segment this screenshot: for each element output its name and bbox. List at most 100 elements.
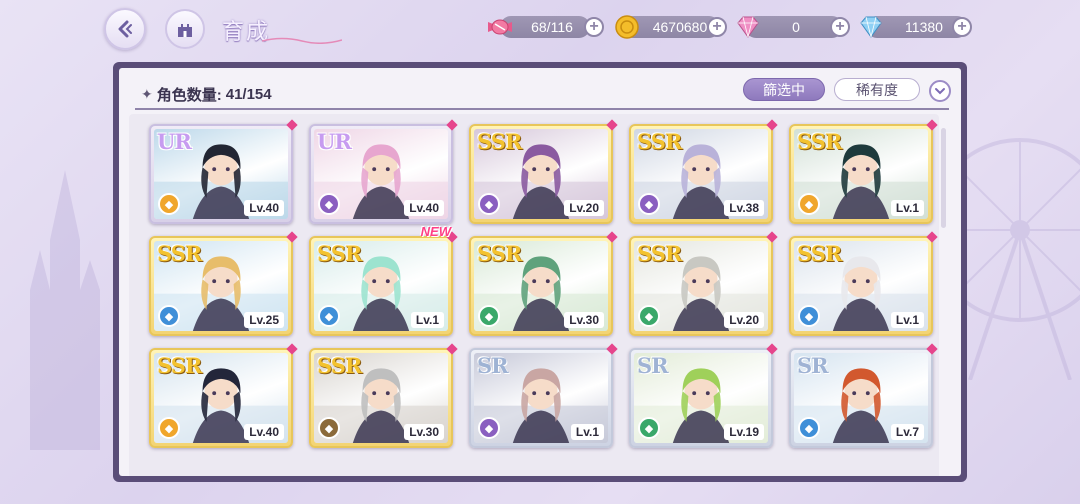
scrollbar[interactable] [941,128,946,228]
character-level: Lv.38 [724,200,764,216]
character-portrait-frame: SSR ◆ Lv.38 [634,129,768,219]
character-card[interactable]: SSR ◆ Lv.20 [629,231,778,336]
corner-gem-icon [606,231,618,243]
character-portrait-frame: SSR ◆ Lv.30 [314,353,448,443]
coin-icon [615,15,639,39]
character-level: Lv.30 [564,312,604,328]
sort-order-button[interactable] [929,80,951,102]
header-divider [135,108,949,110]
back-arrow-icon [118,20,132,38]
character-card[interactable]: SSR ◆ Lv.38 [629,119,778,224]
character-card[interactable]: UR ◆ Lv.40 [309,119,458,224]
candy-value: 68/116 [531,19,573,35]
rarity-sort-button[interactable]: 稀有度 [834,78,920,101]
character-level: Lv.40 [244,424,284,440]
sparkle-icon: ✦ [141,86,153,102]
character-portrait-frame: SSR ◆ Lv.30 [474,241,608,331]
character-portrait-frame: UR ◆ Lv.40 [314,129,448,219]
blue-diamond-add-button[interactable]: + [952,17,972,37]
corner-gem-icon [446,343,458,355]
character-card[interactable]: SSR ◆ Lv.40 [149,343,298,448]
character-card[interactable]: SR ◆ Lv.1 [469,343,618,448]
rarity-tag: SSR [317,353,362,378]
character-portrait-frame: SSR ◆ Lv.25 [154,241,288,331]
pink-diamond-add-button[interactable]: + [830,17,850,37]
rarity-tag: SSR [157,241,202,266]
element-type-icon: ◆ [798,305,820,327]
element-type-icon: ◆ [798,417,820,439]
rarity-tag: SSR [477,241,522,266]
castle-silhouette [30,170,100,450]
rarity-tag: SR [477,353,509,378]
character-portrait-frame: SR ◆ Lv.19 [634,353,768,443]
character-level: Lv.25 [244,312,284,328]
character-level: Lv.1 [410,312,444,328]
character-card[interactable]: SSR ◆ Lv.30 [309,343,458,448]
character-level: Lv.20 [564,200,604,216]
character-card[interactable]: SSR ◆ Lv.1 [789,119,938,224]
character-card[interactable]: SR ◆ Lv.7 [789,343,938,448]
character-card[interactable]: SSR ◆ Lv.1 NEW [309,224,458,336]
corner-gem-icon [286,119,298,131]
character-level: Lv.19 [724,424,764,440]
character-card[interactable]: SSR ◆ Lv.25 [149,231,298,336]
element-type-icon: ◆ [158,305,180,327]
character-card[interactable]: SSR ◆ Lv.1 [789,231,938,336]
rarity-tag: UR [317,129,352,154]
corner-gem-icon [926,119,938,131]
chevron-down-icon [935,88,945,95]
blue-diamond-icon [860,16,882,38]
character-card[interactable]: SSR ◆ Lv.20 [469,119,618,224]
element-type-icon: ◆ [638,417,660,439]
rarity-tag: SR [637,353,669,378]
rarity-tag: SSR [317,241,362,266]
element-type-icon: ◆ [318,193,340,215]
character-count: ✦ 角色数量: 41/154 [141,84,272,105]
corner-gem-icon [606,343,618,355]
element-type-icon: ◆ [158,417,180,439]
corner-gem-icon [286,343,298,355]
character-card[interactable]: SSR ◆ Lv.30 [469,231,618,336]
filter-button[interactable]: 篩选中 [743,78,825,101]
character-portrait-frame: SSR ◆ Lv.1 [794,129,928,219]
character-card[interactable]: SR ◆ Lv.19 [629,343,778,448]
character-portrait-frame: SSR ◆ Lv.20 [474,129,608,219]
title-underline-deco [262,37,342,44]
corner-gem-icon [766,119,778,131]
rarity-tag: SSR [797,241,842,266]
corner-gem-icon [446,119,458,131]
rarity-tag: SSR [157,353,202,378]
character-portrait-frame: SSR ◆ Lv.40 [154,353,288,443]
top-bar: 育成 68/116 + 4670680 + 0 + 11380 + [0,0,1080,58]
element-type-icon: ◆ [638,193,660,215]
back-button[interactable] [104,8,146,50]
character-panel: ✦ 角色数量: 41/154 篩选中 稀有度 UR ◆ Lv.40 UR ◆ Lv.40 S… [113,62,967,482]
corner-gem-icon [766,231,778,243]
home-button[interactable] [165,9,205,49]
gold-add-button[interactable]: + [707,17,727,37]
element-type-icon: ◆ [478,417,500,439]
corner-gem-icon [766,343,778,355]
pink-diamond-icon [737,16,759,38]
character-count-value: 41/154 [225,86,272,103]
character-portrait-frame: SR ◆ Lv.7 [794,353,928,443]
character-grid: UR ◆ Lv.40 UR ◆ Lv.40 SSR ◆ Lv.20 SSR ◆ Lv.38 SSR ◆ Lv… [129,114,939,476]
panel-header: ✦ 角色数量: 41/154 篩选中 稀有度 [119,68,961,112]
character-level: Lv.40 [244,200,284,216]
character-count-label: 角色数量: [156,87,222,104]
character-card[interactable]: UR ◆ Lv.40 [149,119,298,224]
corner-gem-icon [606,119,618,131]
blue-diamond-value: 11380 [905,19,943,35]
new-badge: NEW [420,224,451,239]
rarity-tag: SSR [637,241,682,266]
corner-gem-icon [926,231,938,243]
candy-add-button[interactable]: + [584,17,604,37]
candy-icon [488,19,512,35]
rarity-tag: SR [797,353,829,378]
character-portrait-frame: SSR ◆ Lv.20 [634,241,768,331]
rarity-tag: SSR [477,129,522,154]
corner-gem-icon [286,231,298,243]
character-portrait-frame: UR ◆ Lv.40 [154,129,288,219]
rarity-tag: SSR [797,129,842,154]
character-portrait-frame: SR ◆ Lv.1 [474,353,608,443]
